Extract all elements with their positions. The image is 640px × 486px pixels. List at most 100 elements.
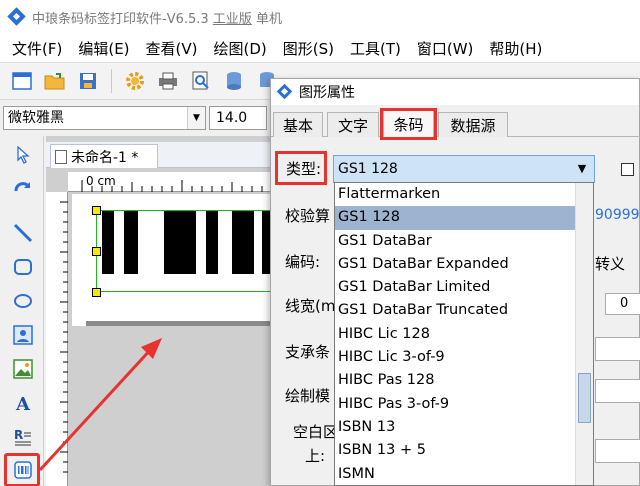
- rectangle-tool-button[interactable]: [10, 254, 36, 280]
- dropdown-option[interactable]: GS1 128: [335, 206, 593, 230]
- photo-tool-button[interactable]: [10, 356, 36, 382]
- window-title: 中琅条码标签打印软件-V6.5.3 工业版 单机: [32, 11, 282, 27]
- font-size-select[interactable]: 14.0: [209, 106, 267, 130]
- dialog-title-bar: 图形属性: [271, 79, 639, 105]
- bearer-label: 支承条: [285, 343, 331, 361]
- ruler-ticks-vertical: [60, 201, 68, 473]
- menu-tools[interactable]: 工具(T): [342, 38, 409, 59]
- document-tab[interactable]: 未命名-1 *: [50, 144, 158, 168]
- checksum-label: 校验算: [285, 207, 331, 225]
- dropdown-option[interactable]: ISMN: [335, 463, 593, 485]
- dropdown-option[interactable]: GS1 DataBar: [335, 230, 593, 253]
- dropdown-option[interactable]: HIBC Lic 128: [335, 323, 593, 346]
- text-tool-button[interactable]: A: [10, 390, 36, 416]
- rotate-icon: [14, 182, 31, 192]
- font-family-select[interactable]: 微软雅黑 ▼: [3, 106, 206, 130]
- bearer-input[interactable]: [595, 337, 640, 361]
- menu-draw[interactable]: 绘图(D): [206, 38, 275, 59]
- scrollbar-thumb[interactable]: [578, 373, 591, 423]
- top-margin-input[interactable]: [595, 439, 640, 463]
- ellipse-tool-button[interactable]: [10, 288, 36, 314]
- gear-icon: [126, 72, 144, 90]
- line-width-label: 线宽(m: [285, 297, 336, 315]
- settings-button[interactable]: [123, 69, 147, 93]
- dropdown-option[interactable]: HIBC Lic 3-of-9: [335, 346, 593, 369]
- type-label: 类型:: [275, 151, 327, 185]
- horizontal-ruler: 0 cm: [68, 172, 272, 192]
- resize-handle[interactable]: [92, 206, 101, 215]
- app-logo-icon: [277, 84, 293, 100]
- tab-basic[interactable]: 基本: [273, 112, 323, 137]
- print-preview-icon: [192, 71, 209, 90]
- escape-checkbox-label: 转义: [595, 255, 626, 273]
- resize-handle[interactable]: [92, 247, 101, 256]
- dropdown-option[interactable]: GS1 DataBar Limited: [335, 276, 593, 299]
- dropdown-option[interactable]: GS1 DataBar Truncated: [335, 299, 593, 322]
- draw-mode-label: 绘制模: [285, 387, 331, 405]
- database-icon: [227, 72, 241, 90]
- dropdown-option[interactable]: ISBN 13: [335, 416, 593, 439]
- menu-file[interactable]: 文件(F): [4, 38, 70, 59]
- picture-icon: [13, 325, 33, 345]
- line-icon: [13, 223, 33, 243]
- chevron-down-icon[interactable]: ▼: [572, 158, 592, 180]
- rich-text-tool-button[interactable]: R: [10, 424, 36, 450]
- checksum-value: 90999: [595, 207, 640, 223]
- rotate-tool-button[interactable]: [10, 176, 36, 202]
- menu-help[interactable]: 帮助(H): [481, 38, 550, 59]
- menu-window[interactable]: 窗口(W): [409, 38, 482, 59]
- barcode-tool-highlight: [4, 453, 40, 486]
- draw-mode-input[interactable]: [595, 379, 640, 403]
- image-tool-button[interactable]: [10, 322, 36, 348]
- letter-a-icon: A: [15, 394, 31, 413]
- line-tool-button[interactable]: [10, 220, 36, 246]
- barcode-selection-box[interactable]: [96, 210, 272, 292]
- tab-datasource[interactable]: 数据源: [438, 112, 508, 137]
- open-folder-icon: [44, 73, 65, 90]
- tab-text[interactable]: 文字: [327, 112, 379, 137]
- open-button[interactable]: [43, 69, 67, 93]
- vertical-ruler: [46, 192, 68, 486]
- new-document-icon: [12, 72, 32, 90]
- dropdown-option[interactable]: GS1 DataBar Expanded: [335, 253, 593, 276]
- menu-shape[interactable]: 图形(S): [275, 38, 342, 59]
- svg-text:R: R: [14, 428, 23, 442]
- top-margin-label: 上:: [305, 447, 326, 465]
- dropdown-option[interactable]: Flattermarken: [335, 183, 593, 206]
- dropdown-option[interactable]: HIBC Pas 3-of-9: [335, 393, 593, 416]
- print-button[interactable]: [156, 69, 180, 93]
- dropdown-option[interactable]: ISBN 13 + 5: [335, 439, 593, 462]
- resize-handle[interactable]: [92, 288, 101, 297]
- new-document-button[interactable]: [10, 69, 34, 93]
- drawing-tools-bar: A R: [0, 136, 44, 486]
- document-tab-label: 未命名-1 *: [71, 149, 139, 166]
- dropdown-scrollbar[interactable]: [575, 183, 593, 485]
- barcode-type-select[interactable]: GS1 128 ▼: [333, 155, 595, 183]
- barcode-type-dropdown[interactable]: Flattermarken GS1 128 GS1 DataBar GS1 DataB…: [334, 182, 594, 486]
- print-preview-button[interactable]: [189, 69, 213, 93]
- app-logo-icon: [8, 8, 26, 26]
- option-checkbox[interactable]: [621, 163, 634, 176]
- quiet-zone-label: 空白区: [293, 423, 339, 441]
- design-canvas[interactable]: 未命名-1 * 0 cm: [46, 136, 272, 486]
- document-icon: [55, 149, 67, 164]
- dialog-title: 图形属性: [299, 85, 355, 101]
- select-tool-button[interactable]: [10, 142, 36, 168]
- barcode-type-value: GS1 128: [338, 161, 398, 177]
- menu-bar: 文件(F) 编辑(E) 查看(V) 绘图(D) 图形(S) 工具(T) 窗口(W…: [0, 34, 640, 62]
- rounded-rectangle-icon: [14, 259, 32, 275]
- save-icon: [80, 73, 96, 89]
- menu-edit[interactable]: 编辑(E): [70, 38, 137, 59]
- dropdown-option[interactable]: HIBC Pas 128: [335, 369, 593, 392]
- line-width-spinner[interactable]: 0: [605, 293, 640, 315]
- label-paper[interactable]: [72, 194, 272, 326]
- svg-text:A: A: [15, 394, 31, 413]
- database-button[interactable]: [222, 69, 246, 93]
- encoding-label: 编码:: [285, 253, 321, 271]
- dropdown-options: Flattermarken GS1 128 GS1 DataBar GS1 DataB…: [335, 183, 593, 485]
- chevron-down-icon[interactable]: ▼: [187, 107, 205, 129]
- font-size-value: 14.0: [216, 110, 248, 126]
- menu-view[interactable]: 查看(V): [138, 38, 206, 59]
- ellipse-icon: [14, 294, 32, 308]
- save-button[interactable]: [76, 69, 100, 93]
